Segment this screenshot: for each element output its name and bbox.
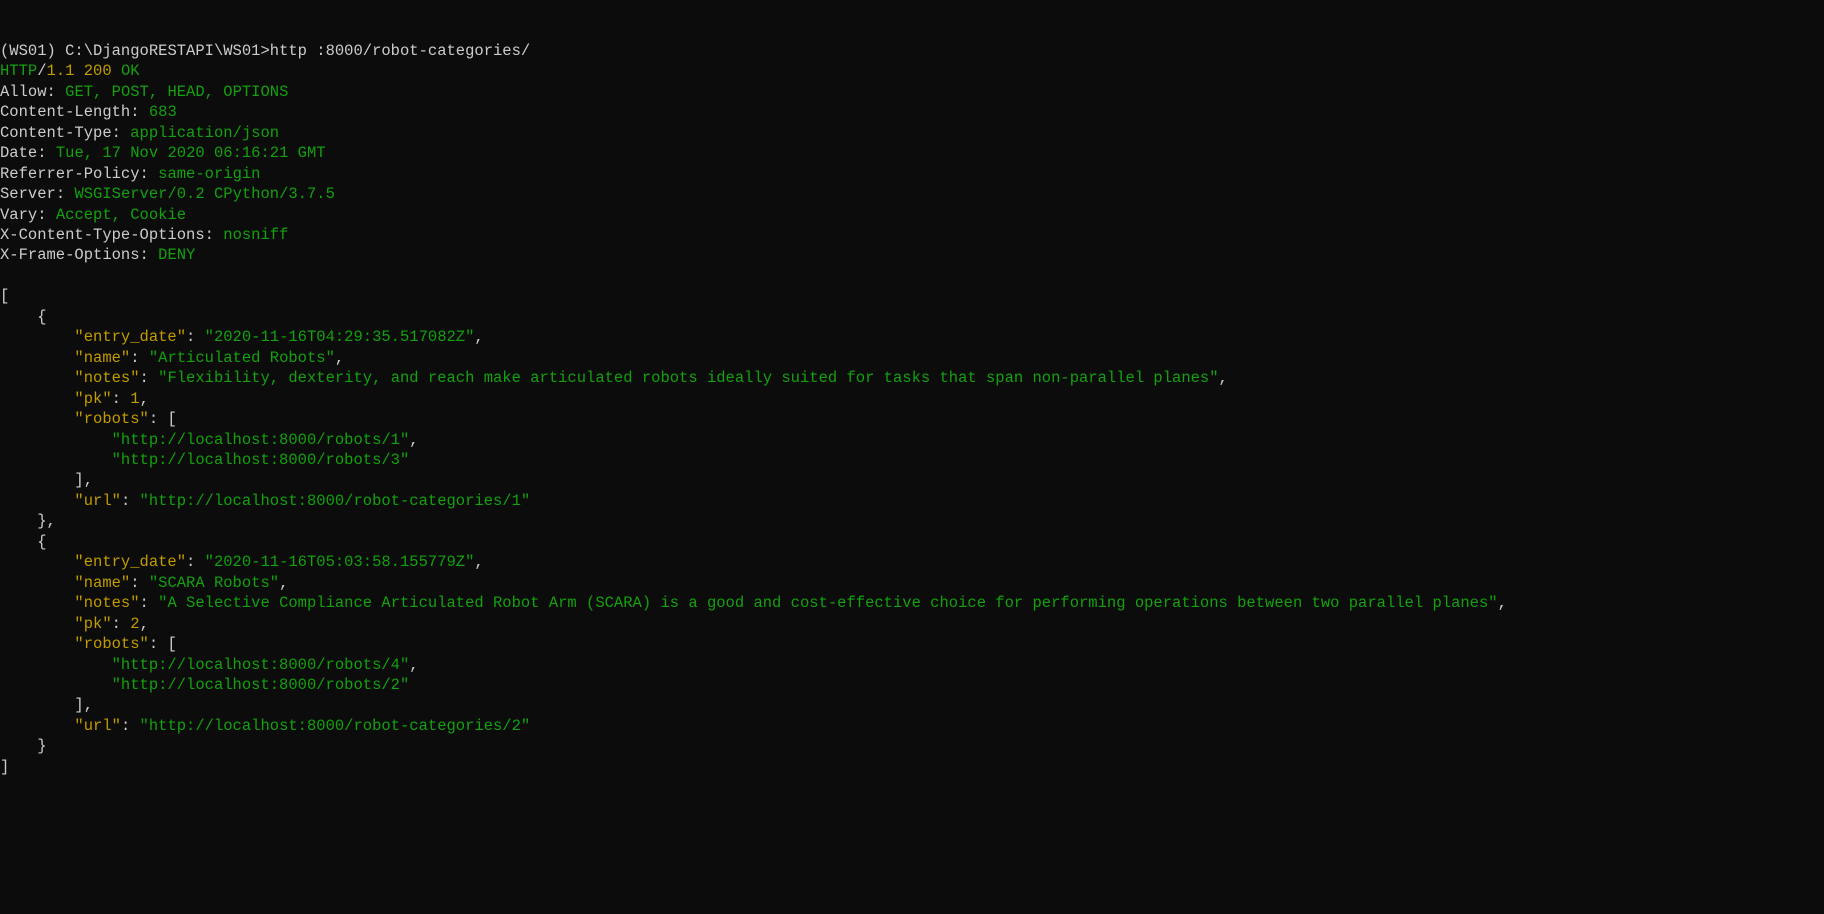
venv-name: (WS01) bbox=[0, 42, 65, 60]
json-line: "http://localhost:8000/robots/3" bbox=[0, 450, 1824, 470]
blank-line bbox=[0, 266, 1824, 286]
json-line: "pk": 2, bbox=[0, 614, 1824, 634]
proto-version: 1.1 bbox=[47, 62, 75, 80]
json-value-robot-url: "http://localhost:8000/robots/2" bbox=[112, 676, 410, 694]
json-value-robot-url: "http://localhost:8000/robots/4" bbox=[112, 656, 410, 674]
json-array-close: ] bbox=[0, 757, 1824, 777]
json-line: ], bbox=[0, 695, 1824, 715]
header-key: Referrer-Policy bbox=[0, 165, 140, 183]
json-value-entry-date: "2020-11-16T05:03:58.155779Z" bbox=[205, 553, 475, 571]
json-line: "pk": 1, bbox=[0, 389, 1824, 409]
json-line: "robots": [ bbox=[0, 409, 1824, 429]
json-value-pk: 2 bbox=[130, 615, 139, 633]
prompt-line: (WS01) C:\DjangoRESTAPI\WS01>http :8000/… bbox=[0, 41, 1824, 61]
json-value-notes: "Flexibility, dexterity, and reach make … bbox=[158, 369, 1218, 387]
header-value: same-origin bbox=[158, 165, 260, 183]
header-line: Server: WSGIServer/0.2 CPython/3.7.5 bbox=[0, 184, 1824, 204]
header-value: WSGIServer/0.2 CPython/3.7.5 bbox=[74, 185, 334, 203]
json-object-open: { bbox=[0, 307, 1824, 327]
header-key: Server bbox=[0, 185, 56, 203]
json-value-name: "Articulated Robots" bbox=[149, 349, 335, 367]
header-value: application/json bbox=[130, 124, 279, 142]
header-value: nosniff bbox=[223, 226, 288, 244]
json-line: "url": "http://localhost:8000/robot-cate… bbox=[0, 716, 1824, 736]
header-line: X-Frame-Options: DENY bbox=[0, 245, 1824, 265]
header-key: Content-Length bbox=[0, 103, 130, 121]
header-key: Date bbox=[0, 144, 37, 162]
json-value-pk: 1 bbox=[130, 390, 139, 408]
proto-prefix: HTTP bbox=[0, 62, 37, 80]
json-line: "url": "http://localhost:8000/robot-cate… bbox=[0, 491, 1824, 511]
terminal-output[interactable]: (WS01) C:\DjangoRESTAPI\WS01>http :8000/… bbox=[0, 41, 1824, 777]
cwd-path: C:\DjangoRESTAPI\WS01> bbox=[65, 42, 270, 60]
command-text: http :8000/robot-categories/ bbox=[270, 42, 530, 60]
json-object-close: }, bbox=[0, 511, 1824, 531]
json-value-notes: "A Selective Compliance Articulated Robo… bbox=[158, 594, 1497, 612]
json-line: ], bbox=[0, 470, 1824, 490]
header-line: Content-Type: application/json bbox=[0, 123, 1824, 143]
json-line: "name": "Articulated Robots", bbox=[0, 348, 1824, 368]
header-line: Allow: GET, POST, HEAD, OPTIONS bbox=[0, 82, 1824, 102]
header-key: X-Frame-Options bbox=[0, 246, 140, 264]
json-object-open: { bbox=[0, 532, 1824, 552]
header-value: 683 bbox=[149, 103, 177, 121]
header-line: X-Content-Type-Options: nosniff bbox=[0, 225, 1824, 245]
json-line: "notes": "A Selective Compliance Articul… bbox=[0, 593, 1824, 613]
header-line: Referrer-Policy: same-origin bbox=[0, 164, 1824, 184]
header-key: Allow bbox=[0, 83, 47, 101]
json-value-entry-date: "2020-11-16T04:29:35.517082Z" bbox=[205, 328, 475, 346]
header-line: Vary: Accept, Cookie bbox=[0, 205, 1824, 225]
json-line: "entry_date": "2020-11-16T04:29:35.51708… bbox=[0, 327, 1824, 347]
header-value: Tue, 17 Nov 2020 06:16:21 GMT bbox=[56, 144, 326, 162]
json-value-name: "SCARA Robots" bbox=[149, 574, 279, 592]
header-value: GET, POST, HEAD, OPTIONS bbox=[65, 83, 288, 101]
json-line: "name": "SCARA Robots", bbox=[0, 573, 1824, 593]
json-object-close: } bbox=[0, 736, 1824, 756]
header-key: X-Content-Type-Options bbox=[0, 226, 205, 244]
json-line: "http://localhost:8000/robots/1", bbox=[0, 430, 1824, 450]
json-value-url: "http://localhost:8000/robot-categories/… bbox=[140, 717, 531, 735]
header-line: Content-Length: 683 bbox=[0, 102, 1824, 122]
header-key: Content-Type bbox=[0, 124, 112, 142]
json-value-url: "http://localhost:8000/robot-categories/… bbox=[140, 492, 531, 510]
json-value-robot-url: "http://localhost:8000/robots/1" bbox=[112, 431, 410, 449]
status-code: 200 bbox=[84, 62, 112, 80]
json-line: "http://localhost:8000/robots/2" bbox=[0, 675, 1824, 695]
json-line: "notes": "Flexibility, dexterity, and re… bbox=[0, 368, 1824, 388]
json-line: "entry_date": "2020-11-16T05:03:58.15577… bbox=[0, 552, 1824, 572]
header-value: Accept, Cookie bbox=[56, 206, 186, 224]
json-line: "http://localhost:8000/robots/4", bbox=[0, 655, 1824, 675]
header-key: Vary bbox=[0, 206, 37, 224]
http-status-line: HTTP/1.1 200 OK bbox=[0, 61, 1824, 81]
json-array-open: [ bbox=[0, 286, 1824, 306]
status-text: OK bbox=[121, 62, 140, 80]
json-line: "robots": [ bbox=[0, 634, 1824, 654]
header-value: DENY bbox=[158, 246, 195, 264]
json-value-robot-url: "http://localhost:8000/robots/3" bbox=[112, 451, 410, 469]
header-line: Date: Tue, 17 Nov 2020 06:16:21 GMT bbox=[0, 143, 1824, 163]
